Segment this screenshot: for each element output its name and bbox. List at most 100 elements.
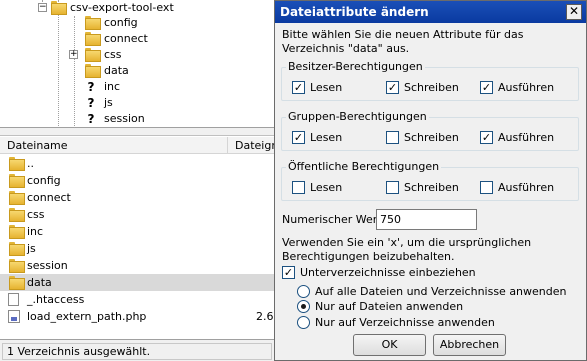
tree-item-label: js — [104, 96, 113, 109]
list-item-size: 2.6 — [256, 310, 274, 323]
close-button[interactable]: ✕ — [566, 4, 582, 20]
checkbox-box — [480, 181, 493, 194]
folder-icon — [84, 48, 101, 62]
list-item[interactable]: .. — [0, 155, 290, 172]
list-item[interactable]: inc — [0, 223, 290, 240]
checkbox-box: ✓ — [292, 131, 305, 144]
tree-line — [58, 0, 59, 127]
folder-icon — [8, 191, 25, 205]
checkbox-box — [386, 181, 399, 194]
checkbox-label: Ausführen — [498, 131, 555, 144]
column-header-name[interactable]: Dateiname — [0, 137, 228, 154]
list-item[interactable]: css — [0, 206, 290, 223]
folder-icon — [8, 242, 25, 256]
folder-icon — [8, 259, 25, 273]
dialog-title: Dateiattribute ändern — [280, 5, 429, 19]
list-item[interactable]: connect — [0, 189, 290, 206]
file-icon — [8, 293, 19, 306]
cancel-button[interactable]: Abbrechen — [433, 334, 506, 356]
radio-dot — [297, 300, 310, 313]
public-permissions-group: Öffentliche Berechtigungen Lesen Schreib… — [281, 160, 579, 201]
checkbox-box: ✓ — [282, 266, 295, 279]
group-title: Öffentliche Berechtigungen — [286, 160, 442, 174]
pane-splitter[interactable] — [0, 128, 300, 136]
checkbox-label: Lesen — [310, 131, 343, 144]
folder-icon — [84, 16, 101, 30]
list-item[interactable]: load_extern_path.php 2.6 — [0, 308, 290, 325]
list-item-name: connect — [27, 191, 71, 204]
list-item[interactable]: _.htaccess — [0, 291, 290, 308]
list-item-name: inc — [27, 225, 44, 238]
tree-item-label: csv-export-tool-ext — [70, 1, 174, 14]
list-item-name: data — [27, 276, 52, 289]
folder-icon — [8, 208, 25, 222]
checkbox-label: Unterverzeichnisse einbeziehen — [300, 266, 476, 279]
checkbox-box: ✓ — [480, 81, 493, 94]
hint-text: Verwenden Sie ein 'x', um die ursprüngli… — [282, 236, 532, 263]
file-list[interactable]: Dateiname Dateigrö .. config connect css… — [0, 137, 290, 338]
checkbox-box: ✓ — [386, 81, 399, 94]
list-item-name: .. — [27, 157, 34, 170]
numeric-value-input[interactable] — [376, 209, 477, 230]
dialog-intro: Bitte wählen Sie die neuen Attribute für… — [282, 28, 524, 55]
status-text: 1 Verzeichnis ausgewählt. — [2, 343, 272, 360]
folder-icon — [8, 276, 25, 290]
checkbox-label: Lesen — [310, 181, 343, 194]
checkbox-box — [386, 131, 399, 144]
list-item-selected[interactable]: data — [0, 274, 290, 291]
question-folder-icon: ? — [84, 80, 98, 94]
list-item-name: config — [27, 174, 61, 187]
numeric-value-label: Numerischer Wert: — [282, 213, 386, 226]
folder-icon — [8, 225, 25, 239]
question-folder-icon: ? — [84, 96, 98, 110]
list-item[interactable]: js — [0, 240, 290, 257]
checkbox-box: ✓ — [292, 81, 305, 94]
folder-icon — [8, 174, 25, 188]
radio-dot — [297, 316, 310, 329]
folder-icon — [84, 32, 101, 46]
list-item-name: load_extern_path.php — [27, 310, 147, 323]
list-item-name: js — [27, 242, 36, 255]
checkbox-label: Ausführen — [498, 181, 555, 194]
tree-item-label: session — [104, 112, 145, 125]
group-permissions-group: Gruppen-Berechtigungen ✓ Lesen Schreiben… — [281, 110, 579, 151]
directory-tree[interactable]: − csv-export-tool-ext config connect + c… — [0, 0, 300, 128]
list-item[interactable]: session — [0, 257, 290, 274]
php-file-icon — [8, 310, 20, 323]
folder-icon — [50, 1, 67, 15]
checkbox-label: Schreiben — [404, 81, 459, 94]
group-title: Besitzer-Berechtigungen — [286, 60, 425, 74]
checkbox-label: Schreiben — [404, 181, 459, 194]
tree-item-label: config — [104, 16, 138, 29]
checkbox-label: Lesen — [310, 81, 343, 94]
radio-dot — [297, 285, 310, 298]
list-item-name: session — [27, 259, 68, 272]
ok-button[interactable]: OK — [353, 334, 426, 356]
tree-item-label: connect — [104, 32, 148, 45]
radio-label: Auf alle Dateien und Verzeichnisse anwen… — [315, 285, 567, 298]
list-item-name: _.htaccess — [27, 293, 85, 306]
group-title: Gruppen-Berechtigungen — [286, 110, 429, 124]
dialog-titlebar[interactable]: Dateiattribute ändern ✕ — [275, 1, 586, 23]
collapse-icon[interactable]: − — [38, 3, 47, 12]
close-icon: ✕ — [568, 4, 580, 18]
tree-item-label: data — [104, 64, 129, 77]
radio-label: Nur auf Verzeichnisse anwenden — [315, 316, 495, 329]
owner-permissions-group: Besitzer-Berechtigungen ✓ Lesen ✓ Schrei… — [281, 60, 579, 101]
list-item[interactable]: config — [0, 172, 290, 189]
expand-icon[interactable]: + — [69, 50, 78, 59]
checkbox-box — [292, 181, 305, 194]
tree-item-label: css — [104, 48, 122, 61]
tree-item-label: inc — [104, 80, 121, 93]
radio-label: Nur auf Dateien anwenden — [315, 300, 464, 313]
file-attributes-dialog: Dateiattribute ändern ✕ Bitte wählen Sie… — [274, 0, 587, 361]
checkbox-box: ✓ — [480, 131, 493, 144]
parent-folder-icon — [8, 157, 25, 171]
question-folder-icon: ? — [84, 112, 98, 126]
list-item-name: css — [27, 208, 45, 221]
list-header: Dateiname Dateigrö — [0, 137, 290, 154]
folder-icon — [84, 64, 101, 78]
checkbox-label: Schreiben — [404, 131, 459, 144]
tree-line — [74, 16, 75, 127]
checkbox-label: Ausführen — [498, 81, 555, 94]
